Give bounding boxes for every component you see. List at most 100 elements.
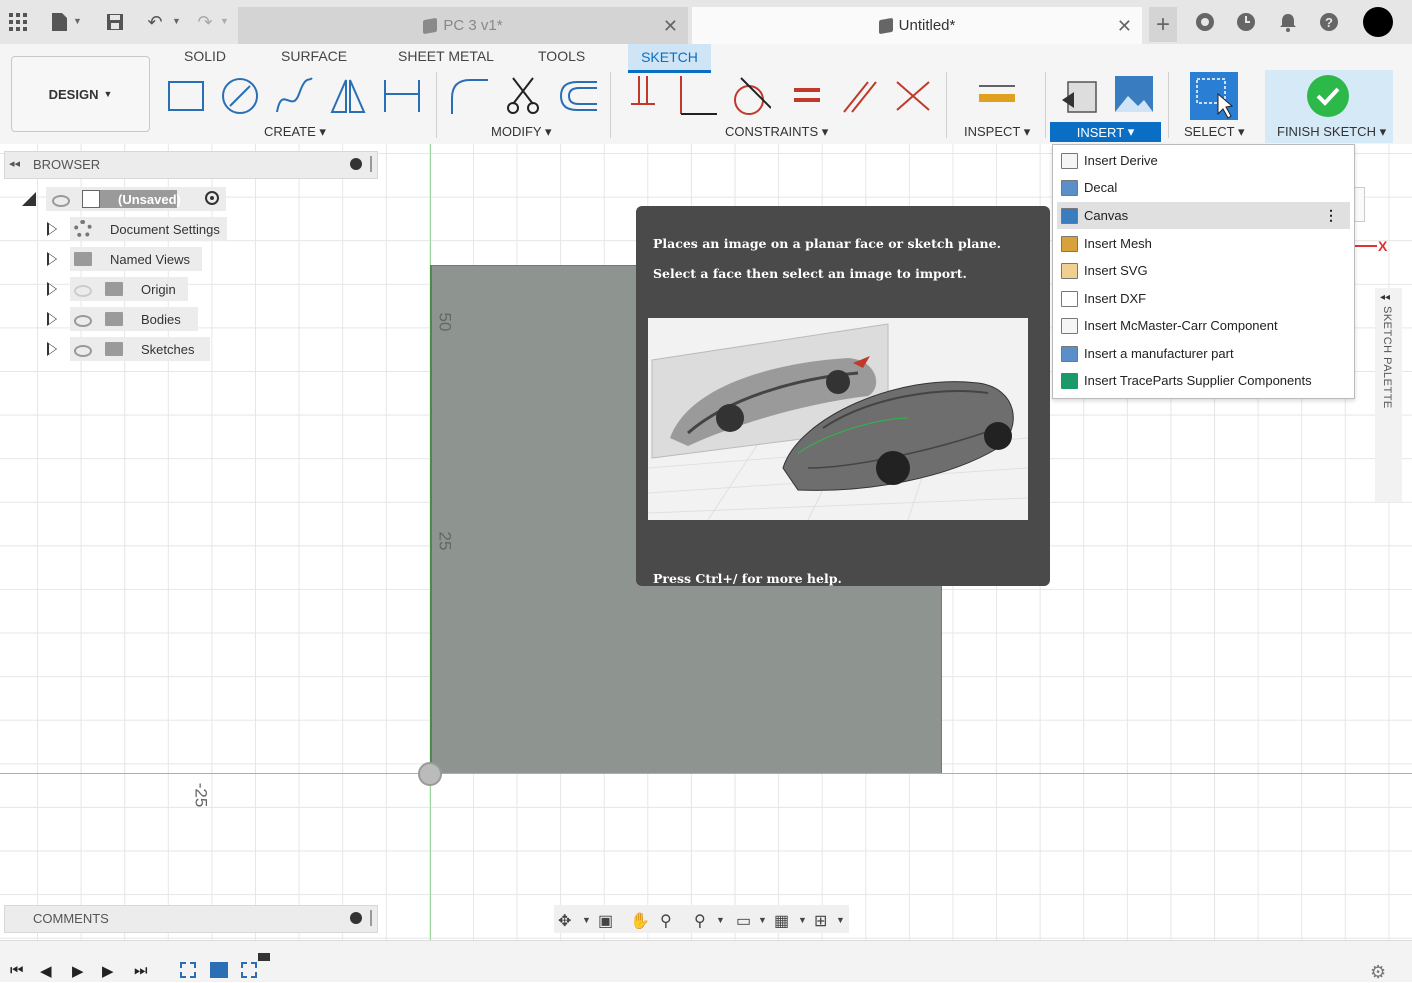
insert-menu-button[interactable]: INSERT ▾ <box>1050 122 1161 142</box>
expand-triangle-icon[interactable] <box>47 312 57 326</box>
timeline-sketch-icon[interactable] <box>180 962 196 978</box>
menu-item-canvas[interactable]: Canvas ⋮ <box>1057 202 1350 229</box>
tangent-constraint-icon[interactable] <box>731 74 771 116</box>
chevron-down-icon[interactable]: ▼ <box>798 915 807 925</box>
redo-icon[interactable]: ↷ <box>193 10 217 34</box>
notifications-bell-icon[interactable] <box>1276 10 1300 34</box>
orbit-icon[interactable]: ✥ <box>558 911 571 931</box>
create-menu[interactable]: CREATE ▾ <box>264 124 326 140</box>
insert-image-icon[interactable] <box>1114 74 1154 116</box>
pan-hand-icon[interactable]: ✋ <box>630 911 650 931</box>
perpendicular-constraint-icon[interactable] <box>677 74 717 116</box>
circle-tool-icon[interactable] <box>220 74 260 116</box>
mirror-tool-icon[interactable] <box>328 74 368 116</box>
tab-surface[interactable]: SURFACE <box>281 48 347 64</box>
settings-gear-icon[interactable]: ⚙ <box>1370 962 1386 983</box>
go-to-end-icon[interactable]: ⏭ <box>134 962 148 979</box>
modify-menu[interactable]: MODIFY ▾ <box>491 124 551 140</box>
visibility-eye-icon[interactable] <box>52 195 70 207</box>
expand-triangle-icon[interactable] <box>47 342 57 356</box>
hidden-eye-icon[interactable] <box>74 285 92 297</box>
finish-sketch-menu[interactable]: FINISH SKETCH ▾ <box>1277 124 1386 140</box>
user-avatar[interactable] <box>1363 7 1393 37</box>
menu-item-insert-manufacturer-part[interactable]: Insert a manufacturer part <box>1053 340 1354 367</box>
spline-tool-icon[interactable] <box>274 74 314 116</box>
menu-item-insert-dxf[interactable]: Insert DXF <box>1053 285 1354 312</box>
trim-scissors-icon[interactable] <box>503 74 543 116</box>
parallel-constraint-icon[interactable] <box>840 74 880 116</box>
tab-tools[interactable]: TOOLS <box>538 48 585 64</box>
chevron-down-icon[interactable]: ▼ <box>582 915 591 925</box>
fit-zoom-icon[interactable]: ⚲ <box>694 911 706 931</box>
menu-item-insert-mcmaster[interactable]: Insert McMaster-Carr Component <box>1053 312 1354 339</box>
chevron-down-icon[interactable]: ▼ <box>716 915 725 925</box>
timeline-extrude-icon[interactable] <box>210 962 228 978</box>
help-icon[interactable]: ? <box>1317 10 1341 34</box>
equal-constraint-icon[interactable] <box>786 74 826 116</box>
menu-item-insert-traceparts[interactable]: Insert TraceParts Supplier Components <box>1053 367 1354 394</box>
tab-sheet-metal[interactable]: SHEET METAL <box>398 48 494 64</box>
expanded-triangle-icon[interactable] <box>22 192 36 206</box>
menu-item-insert-mesh[interactable]: Insert Mesh <box>1053 230 1354 257</box>
more-options-icon[interactable]: ⋮ <box>1324 207 1338 224</box>
inspect-menu[interactable]: INSPECT ▾ <box>964 124 1030 140</box>
fillet-tool-icon[interactable] <box>448 74 488 116</box>
step-forward-icon[interactable]: ▶ <box>102 962 114 980</box>
measure-ruler-icon[interactable] <box>977 74 1017 116</box>
chevron-down-icon[interactable]: ▼ <box>836 915 845 925</box>
timeline-marker-icon[interactable] <box>258 953 270 961</box>
undo-icon[interactable]: ↶ <box>143 10 167 34</box>
apps-grid-icon[interactable] <box>6 10 30 34</box>
visibility-eye-icon[interactable] <box>74 345 92 357</box>
undo-caret-icon[interactable]: ▼ <box>172 16 181 26</box>
extensions-icon[interactable] <box>1193 10 1217 34</box>
panel-resize-handle[interactable] <box>370 156 372 172</box>
zoom-icon[interactable]: ⚲ <box>660 911 672 931</box>
panel-resize-handle[interactable] <box>370 910 372 926</box>
add-comment-icon[interactable] <box>350 912 362 924</box>
workspace-design-button[interactable]: DESIGN ▼ <box>11 56 150 132</box>
menu-item-insert-svg[interactable]: Insert SVG <box>1053 257 1354 284</box>
menu-item-insert-derive[interactable]: Insert Derive <box>1053 147 1354 174</box>
minimize-panel-icon[interactable] <box>350 158 362 170</box>
viewports-icon[interactable]: ⊞ <box>814 911 827 931</box>
new-tab-plus-icon[interactable]: + <box>1149 7 1177 42</box>
select-tool-icon[interactable] <box>1190 72 1238 120</box>
dimension-tool-icon[interactable] <box>382 74 422 116</box>
insert-derive-icon[interactable] <box>1060 74 1100 116</box>
display-settings-icon[interactable]: ▭ <box>736 911 751 931</box>
coincident-constraint-icon[interactable] <box>625 74 665 116</box>
origin-point[interactable] <box>418 762 442 786</box>
tab-sketch[interactable]: SKETCH <box>628 44 711 73</box>
menu-item-decal[interactable]: Decal <box>1053 174 1354 201</box>
job-status-icon[interactable] <box>1234 10 1258 34</box>
timeline-sketch-icon[interactable] <box>241 962 257 978</box>
visibility-eye-icon[interactable] <box>74 315 92 327</box>
close-icon[interactable]: ✕ <box>663 16 678 37</box>
document-tab-pc3[interactable]: PC 3 v1* ✕ <box>238 7 688 44</box>
look-at-icon[interactable]: ▣ <box>598 911 613 931</box>
redo-caret-icon[interactable]: ▼ <box>220 16 229 26</box>
collapse-left-icon[interactable]: ◂◂ <box>1380 292 1390 303</box>
go-to-start-icon[interactable]: ⏮ <box>10 962 24 979</box>
file-icon[interactable] <box>47 10 71 34</box>
offset-tool-icon[interactable] <box>557 74 597 116</box>
file-caret-icon[interactable]: ▼ <box>73 16 82 26</box>
document-tab-untitled[interactable]: Untitled* ✕ <box>692 7 1142 44</box>
expand-triangle-icon[interactable] <box>47 282 57 296</box>
rectangle-tool-icon[interactable] <box>166 74 206 116</box>
finish-sketch-check-icon[interactable] <box>1307 75 1349 117</box>
play-icon[interactable]: ▶ <box>72 962 84 980</box>
collinear-constraint-icon[interactable] <box>893 74 933 116</box>
expand-triangle-icon[interactable] <box>47 252 57 266</box>
constraints-menu[interactable]: CONSTRAINTS ▾ <box>725 124 828 140</box>
tab-solid[interactable]: SOLID <box>184 48 226 64</box>
select-menu[interactable]: SELECT ▾ <box>1184 124 1244 140</box>
step-back-icon[interactable]: ◀ <box>40 962 52 980</box>
grid-settings-icon[interactable]: ▦ <box>774 911 789 931</box>
close-icon[interactable]: ✕ <box>1117 16 1132 37</box>
chevron-down-icon[interactable]: ▼ <box>758 915 767 925</box>
expand-triangle-icon[interactable] <box>47 222 57 236</box>
save-icon[interactable] <box>103 10 127 34</box>
collapse-left-icon[interactable]: ◂◂ <box>9 157 20 170</box>
